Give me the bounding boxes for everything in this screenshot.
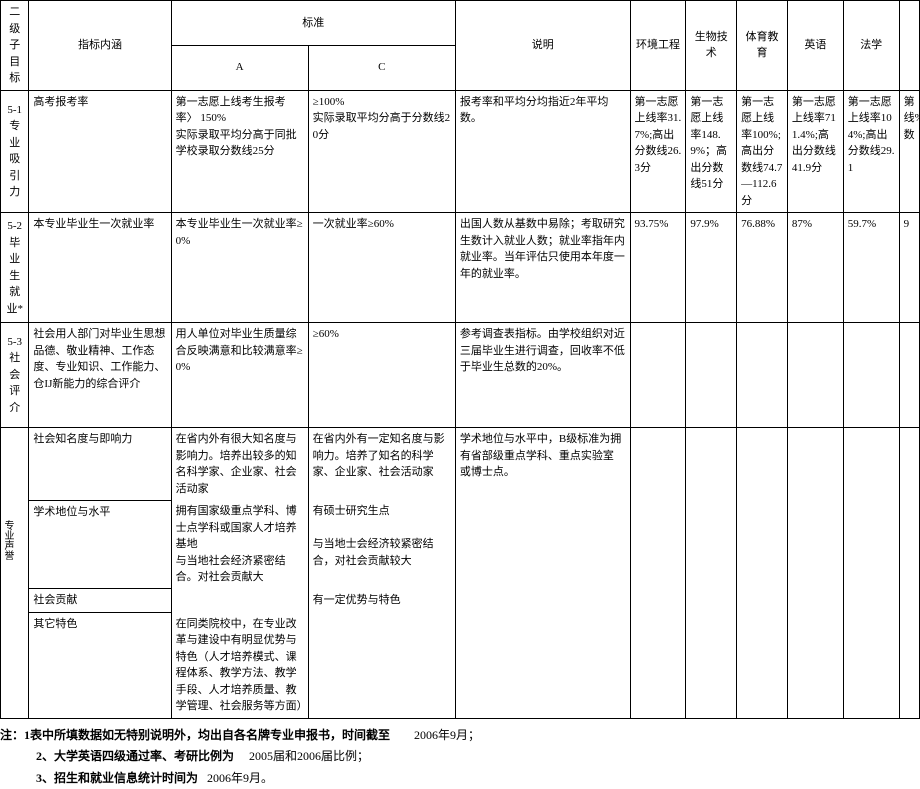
row-m1: 第一志愿上线率31.7%;高出分数线26.3分 <box>630 90 686 213</box>
row-m5 <box>843 323 899 428</box>
row-std-c: 一次就业率≥60% <box>308 213 455 323</box>
row-std-c <box>308 613 455 719</box>
row-meaning: 高考报考率 <box>29 90 171 213</box>
row-std-c: ≥100% 实际录取平均分高于分数线20分 <box>308 90 455 213</box>
row-std-a: 在同类院校中，在专业改革与建设中有明显优势与特色（人才培养模式、课程体系、教学方… <box>171 613 308 719</box>
col-header-m6 <box>899 1 919 91</box>
row-std-c: 在省内外有一定知名度与影响力。培养了知名的科学家、企业家、社会活动家 <box>308 428 455 501</box>
row-index: 5-1 专业吸引力 <box>1 90 29 213</box>
note-3-date: 2006年9月。 <box>207 771 273 785</box>
row-std-c: 有硕士研究生点 与当地士会经济较紧密结合，对社会贡献较大 <box>308 500 455 589</box>
row-desc: 参考调查表指标。由学校组织对近三届毕业生进行调查，回收率不低于毕业生总数的20%… <box>455 323 630 428</box>
col-header-std-a: A <box>171 45 308 90</box>
table-row: 5-2 毕业生就业* 本专业毕业生一次就业率 本专业毕业生一次就业率≥0% 一次… <box>1 213 920 323</box>
col-header-std-c: C <box>308 45 455 90</box>
note-2-detail: 2005届和2006届比例； <box>249 749 369 763</box>
row-meaning: 其它特色 <box>29 613 171 719</box>
row-meaning: 社会贡献 <box>29 589 171 613</box>
row-meaning: 本专业毕业生一次就业率 <box>29 213 171 323</box>
col-header-m4: 英语 <box>787 1 843 91</box>
table-row: 5-3 社会评介 社会用人部门对毕业生思想品德、敬业精神、工作态度、专业知识、工… <box>1 323 920 428</box>
row-m6 <box>899 323 919 428</box>
table-row: 社会知名度与即响力 在省内外有很大知名度与影响力。培养出较多的知名科学家、企业家… <box>1 428 920 501</box>
row-meaning: 社会知名度与即响力 <box>29 428 171 501</box>
side-category-label: 专业声誉 <box>0 520 15 560</box>
col-header-meaning: 指标内涵 <box>29 1 171 91</box>
col-header-index: 二级子目标 <box>1 1 29 91</box>
row-std-a: 本专业毕业生一次就业率≥0% <box>171 213 308 323</box>
row-m3: 第一志愿上线率100%;高出分数线74.7 —112.6分 <box>737 90 788 213</box>
note-1: 注：1表中所填数据如无特别说明外，均出自各名牌专业申报书，时间截至 <box>0 728 390 742</box>
row-index <box>1 428 29 719</box>
row-std-c: 有一定优势与特色 <box>308 589 455 613</box>
row-m5: 59.7% <box>843 213 899 323</box>
row-index: 5-3 社会评介 <box>1 323 29 428</box>
row-m6: 第线%;数 <box>899 90 919 213</box>
row-m4: 87% <box>787 213 843 323</box>
row-std-c: ≥60% <box>308 323 455 428</box>
row-meaning: 社会用人部门对毕业生思想品德、敬业精神、工作态度、专业知识、工作能力、仓IJ新能… <box>29 323 171 428</box>
row-std-a <box>171 589 308 613</box>
row-m4 <box>787 323 843 428</box>
row-m3: 76.88% <box>737 213 788 323</box>
row-m4 <box>787 428 843 719</box>
footnotes: 注：1表中所填数据如无特别说明外，均出自各名牌专业申报书，时间截至 2006年9… <box>0 725 920 789</box>
row-m3 <box>737 428 788 719</box>
row-m4: 第一志愿上线率711.4%;高出分数线41.9分 <box>787 90 843 213</box>
row-m1 <box>630 428 686 719</box>
row-m2: 97.9% <box>686 213 737 323</box>
row-std-a: 用人单位对毕业生质量综合反映满意和比较满意率≥0% <box>171 323 308 428</box>
row-m6 <box>899 428 919 719</box>
row-meaning: 学术地位与水平 <box>29 500 171 589</box>
row-index: 5-2 毕业生就业* <box>1 213 29 323</box>
col-header-m1: 环境工程 <box>630 1 686 91</box>
row-m5 <box>843 428 899 719</box>
row-m1 <box>630 323 686 428</box>
col-header-standard: 标准 <box>171 1 455 46</box>
col-header-desc: 说明 <box>455 1 630 91</box>
row-desc: 学术地位与水平中，B级标准为拥有省部级重点学科、重点实验室 或博士点。 <box>455 428 630 719</box>
row-m3 <box>737 323 788 428</box>
row-desc: 报考率和平均分均指近2年平均数。 <box>455 90 630 213</box>
row-m1: 93.75% <box>630 213 686 323</box>
col-header-m2: 生物技术 <box>686 1 737 91</box>
row-desc: 出国人数从基数中易除；考取研究生数计入就业人数；就业率指年内就业率。当年评估只使… <box>455 213 630 323</box>
row-std-a: 拥有国家级重点学科、博士点学科或国家人才培养基地 与当地社会经济紧密结合。对社会… <box>171 500 308 589</box>
note-3: 3、招生和就业信息统计时间为 <box>36 771 198 785</box>
row-std-a: 第一志愿上线考生报考率〉 150% 实际录取平均分高于同批学校录取分数线25分 <box>171 90 308 213</box>
note-1-date: 2006年9月； <box>414 728 480 742</box>
row-std-a: 在省内外有很大知名度与影响力。培养出较多的知名科学家、企业家、社会活动家 <box>171 428 308 501</box>
row-m2 <box>686 428 737 719</box>
note-2: 2、大学英语四级通过率、考研比例为 <box>36 749 234 763</box>
row-m6: 9 <box>899 213 919 323</box>
table-row: 5-1 专业吸引力 高考报考率 第一志愿上线考生报考率〉 150% 实际录取平均… <box>1 90 920 213</box>
row-m2 <box>686 323 737 428</box>
col-header-m3: 体育教育 <box>737 1 788 91</box>
col-header-m5: 法学 <box>843 1 899 91</box>
row-m2: 第一志愿上线率148.9%；高出分数线51分 <box>686 90 737 213</box>
row-m5: 第一志愿上线率104%;高出分数线29.1 <box>843 90 899 213</box>
indicator-table: 二级子目标 指标内涵 标准 说明 环境工程 生物技术 体育教育 英语 法学 A … <box>0 0 920 719</box>
